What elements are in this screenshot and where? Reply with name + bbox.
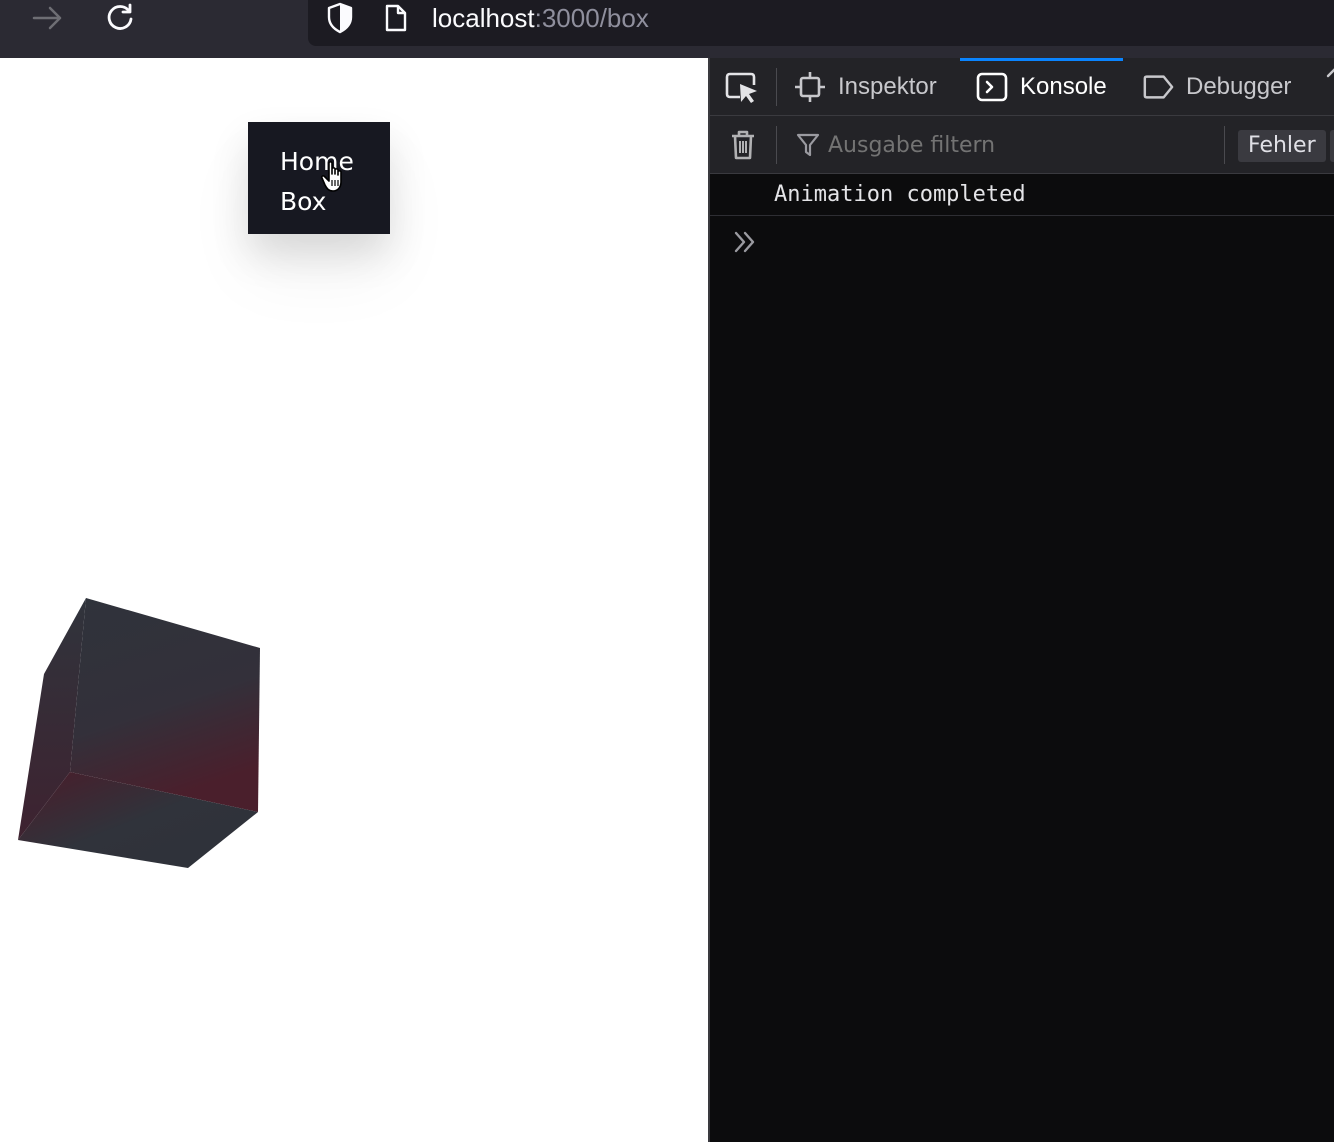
filter-icon — [796, 133, 820, 157]
tab-konsole-label: Konsole — [1020, 73, 1107, 100]
clear-console-button[interactable] — [726, 128, 760, 162]
console-output: Animation completed — [710, 174, 1334, 266]
rotating-cube — [18, 598, 260, 868]
console-input[interactable] — [774, 224, 1314, 258]
tab-debugger-label: Debugger — [1186, 73, 1292, 100]
devtools-tabbar: Inspektor Konsole Debugger — [710, 58, 1334, 116]
console-message: Animation completed — [710, 174, 1334, 216]
nav-menu: Home Box — [248, 122, 390, 234]
filter-warnings-button[interactable] — [1330, 130, 1334, 162]
console-icon — [976, 71, 1008, 103]
tab-inspektor[interactable]: Inspektor — [794, 58, 937, 116]
page-icon — [382, 0, 410, 36]
hand-cursor-icon — [320, 161, 342, 192]
toolbar-separator — [776, 68, 777, 106]
url-text[interactable]: localhost:3000/box — [432, 2, 649, 34]
element-picker-button[interactable] — [722, 68, 762, 108]
browser-toolbar: localhost:3000/box — [0, 0, 1334, 58]
arrow-right-icon — [32, 6, 62, 30]
url-path: :3000/box — [534, 3, 649, 33]
filter-errors-button[interactable]: Fehler — [1238, 130, 1326, 162]
console-filterbar: Fehler — [710, 116, 1334, 174]
console-input-row[interactable] — [710, 216, 1334, 266]
page-viewport: Home Box — [0, 58, 708, 1142]
overflow-chevron-icon[interactable] — [1324, 64, 1334, 84]
inspector-icon — [794, 71, 826, 103]
element-picker-icon — [725, 72, 757, 103]
url-host: localhost — [432, 3, 535, 33]
forward-button[interactable] — [28, 0, 68, 36]
reload-button[interactable] — [100, 0, 140, 36]
console-filter-input[interactable] — [826, 128, 1206, 162]
reload-icon — [107, 3, 133, 30]
trash-icon — [732, 130, 754, 160]
devtools-panel: Inspektor Konsole Debugger Ausgabe filte… — [708, 58, 1334, 1142]
double-chevron-icon — [734, 231, 755, 253]
filterbar-separator-2 — [1224, 126, 1225, 164]
url-bar[interactable]: localhost:3000/box — [308, 0, 1334, 46]
shield-icon[interactable] — [324, 0, 356, 36]
tab-inspektor-label: Inspektor — [838, 73, 937, 100]
debugger-icon — [1142, 71, 1174, 103]
filterbar-separator — [776, 126, 777, 164]
tab-debugger[interactable]: Debugger — [1142, 58, 1291, 116]
tab-konsole[interactable]: Konsole — [960, 58, 1123, 116]
